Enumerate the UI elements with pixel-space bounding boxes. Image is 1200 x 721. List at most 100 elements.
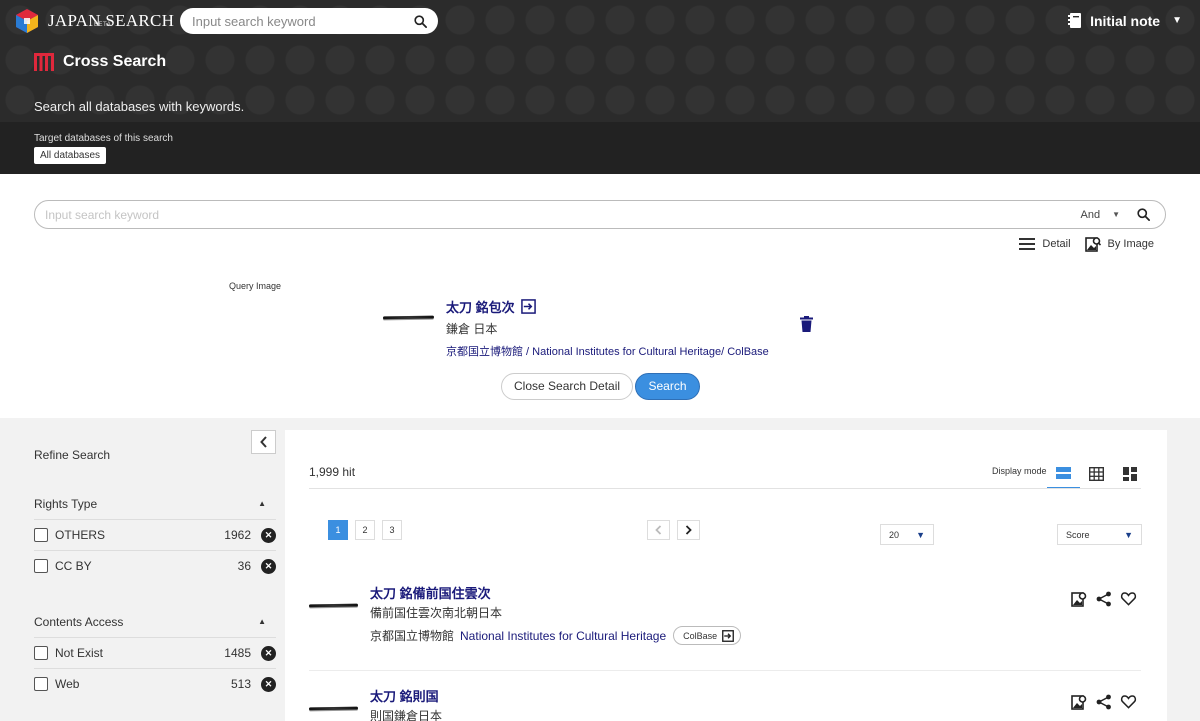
page-button[interactable]: 3 [382, 520, 402, 540]
image-search-button[interactable] [1066, 591, 1091, 607]
list-view-button[interactable] [1047, 459, 1080, 489]
per-page-select[interactable]: 20 ▼ [880, 524, 934, 545]
checkbox[interactable] [34, 646, 48, 660]
search-icon[interactable] [413, 14, 428, 29]
japan-search-logo-icon [16, 9, 38, 33]
image-search-button[interactable] [1066, 694, 1091, 710]
open-in-icon [722, 629, 735, 642]
divider [34, 550, 276, 551]
result-source: 京都国立博物館 National Institutes for Cultural… [370, 626, 742, 645]
sort-value: Score [1066, 529, 1090, 540]
close-search-detail-button[interactable]: Close Search Detail [501, 373, 634, 400]
grid-view-icon [1089, 467, 1104, 481]
checkbox[interactable] [34, 559, 48, 573]
open-in-icon[interactable] [520, 299, 536, 314]
query-title-text: 太刀 銘包次 [446, 300, 515, 315]
detail-search-button[interactable]: Detail [1019, 238, 1071, 250]
facet-option[interactable]: Not Exist 1485 ✕ [34, 641, 276, 665]
query-item-source[interactable]: 京都国立博物館 / National Institutes for Cultur… [446, 343, 769, 359]
facet-group-contents-access[interactable]: Contents Access ▲ [34, 615, 276, 629]
sort-select[interactable]: Score ▼ [1057, 524, 1142, 545]
operator-select[interactable]: And ▼ [1081, 209, 1121, 221]
result-thumbnail[interactable] [308, 685, 359, 721]
operator-value: And [1080, 208, 1101, 221]
chevron-down-icon: ▼ [916, 529, 925, 540]
delete-icon[interactable] [800, 316, 813, 332]
hit-count: 1,999 hit [309, 465, 356, 479]
exclude-icon[interactable]: ✕ [261, 676, 276, 692]
facet-option[interactable]: Web 513 ✕ [34, 672, 276, 696]
target-db-chip[interactable]: All databases [34, 147, 107, 164]
facet-count: 1485 [224, 646, 251, 660]
result-item[interactable]: 太刀 銘則国 則国鎌倉日本 [308, 683, 1141, 721]
result-item[interactable]: 太刀 銘備前国住雲次 備前国住雲次南北朝日本 京都国立博物館 National … [308, 580, 1141, 666]
exclude-icon[interactable]: ✕ [261, 645, 276, 661]
result-title[interactable]: 太刀 銘則国 [370, 686, 439, 705]
logo-beta: BETA [94, 22, 112, 28]
prev-page-button[interactable] [647, 520, 670, 540]
page-button[interactable]: 1 [328, 520, 348, 540]
database-chip-label: ColBase [683, 630, 718, 641]
checkbox[interactable] [34, 677, 48, 691]
divider [309, 670, 1141, 671]
heart-icon [1120, 592, 1137, 606]
heart-icon [1120, 695, 1137, 709]
page-button[interactable]: 2 [355, 520, 375, 540]
search-icon[interactable] [1136, 207, 1151, 222]
next-page-button[interactable] [677, 520, 700, 540]
facet-label: OTHERS [55, 528, 106, 542]
result-actions [1066, 591, 1141, 607]
result-actions [1066, 694, 1141, 710]
detail-label: Detail [1042, 238, 1071, 250]
divider [34, 637, 276, 638]
grid-view-button[interactable] [1080, 459, 1113, 489]
facet-group-title: Rights Type [34, 497, 98, 511]
tile-view-button[interactable] [1113, 459, 1146, 489]
main-search-bar: And ▼ [34, 200, 1166, 229]
exclude-icon[interactable]: ✕ [261, 527, 276, 543]
share-icon [1096, 591, 1111, 607]
menu-icon [1019, 238, 1036, 250]
top-bar: JAPAN SEARCH BETA Initial note ▼ [0, 0, 1200, 44]
display-mode-switcher [1047, 459, 1146, 489]
share-button[interactable] [1091, 694, 1116, 710]
image-search-button[interactable]: By Image [1084, 236, 1154, 252]
search-button[interactable]: Search [635, 373, 700, 400]
facet-label: Web [55, 677, 80, 691]
top-search-input[interactable] [192, 13, 413, 29]
checkbox[interactable] [34, 528, 48, 542]
note-menu[interactable]: Initial note ▼ [1068, 12, 1182, 29]
chevron-down-icon: ▼ [1124, 529, 1133, 540]
notebook-icon [1068, 13, 1082, 28]
collapse-sidebar-button[interactable] [251, 430, 276, 454]
facet-count: 1962 [224, 528, 251, 542]
facet-option[interactable]: OTHERS 1962 ✕ [34, 523, 276, 547]
site-logo[interactable]: JAPAN SEARCH [14, 8, 174, 34]
source-org-link[interactable]: National Institutes for Cultural Heritag… [460, 629, 666, 643]
query-image-label: Query Image [229, 281, 282, 291]
share-button[interactable] [1091, 591, 1116, 607]
result-subtitle: 則国鎌倉日本 [370, 709, 443, 721]
image-search-icon [1084, 237, 1101, 252]
facet-count: 513 [230, 677, 251, 691]
sword-image [382, 315, 435, 319]
result-subtitle: 備前国住雲次南北朝日本 [370, 606, 503, 620]
caret-up-icon: ▲ [258, 617, 266, 626]
list-view-icon [1056, 466, 1071, 479]
search-tools: Detail By Image [1005, 236, 1154, 252]
favorite-button[interactable] [1116, 591, 1141, 607]
top-search-bar [180, 8, 438, 34]
exclude-icon[interactable]: ✕ [261, 558, 276, 574]
favorite-button[interactable] [1116, 694, 1141, 710]
query-item-title[interactable]: 太刀 銘包次 [446, 297, 536, 316]
pagination: 1 2 3 [328, 520, 409, 540]
facet-count: 36 [237, 559, 251, 573]
facet-label: CC BY [55, 559, 92, 573]
result-title[interactable]: 太刀 銘備前国住雲次 [370, 583, 491, 602]
database-chip[interactable]: ColBase [673, 626, 742, 645]
facet-group-title: Contents Access [34, 615, 124, 629]
facet-group-rights-type[interactable]: Rights Type ▲ [34, 497, 276, 511]
main-search-input[interactable] [45, 207, 1081, 222]
facet-option[interactable]: CC BY 36 ✕ [34, 554, 276, 578]
result-thumbnail[interactable] [308, 582, 359, 628]
